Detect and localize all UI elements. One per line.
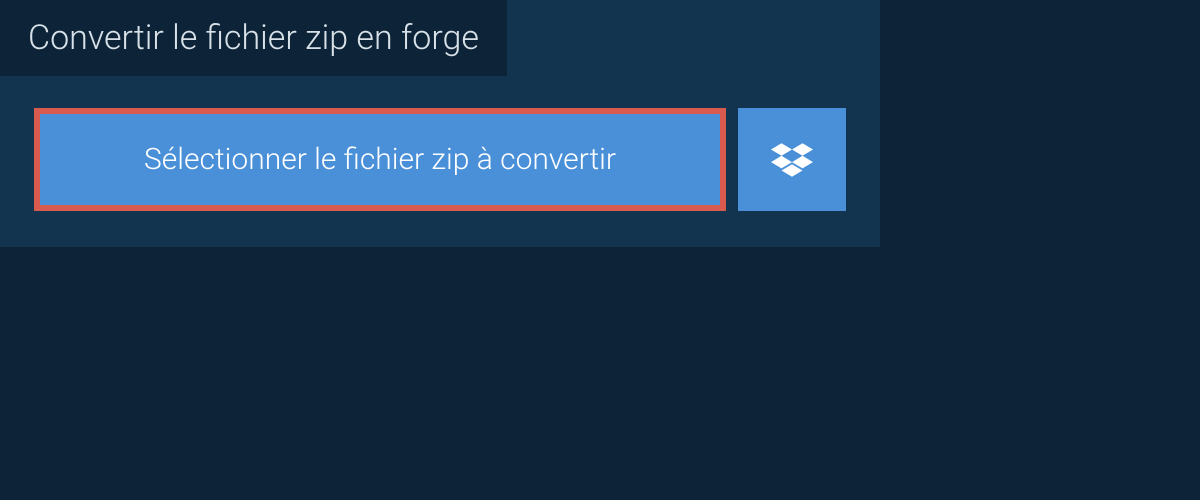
converter-panel: Convertir le fichier zip en forge Sélect… — [0, 0, 880, 247]
dropbox-icon — [771, 139, 813, 181]
page-title: Convertir le fichier zip en forge — [0, 0, 507, 76]
title-text: Convertir le fichier zip en forge — [28, 18, 479, 58]
select-file-label: Sélectionner le fichier zip à convertir — [144, 142, 616, 177]
dropbox-button[interactable] — [738, 108, 846, 211]
select-file-button[interactable]: Sélectionner le fichier zip à convertir — [34, 108, 726, 211]
button-row: Sélectionner le fichier zip à convertir — [0, 76, 880, 247]
